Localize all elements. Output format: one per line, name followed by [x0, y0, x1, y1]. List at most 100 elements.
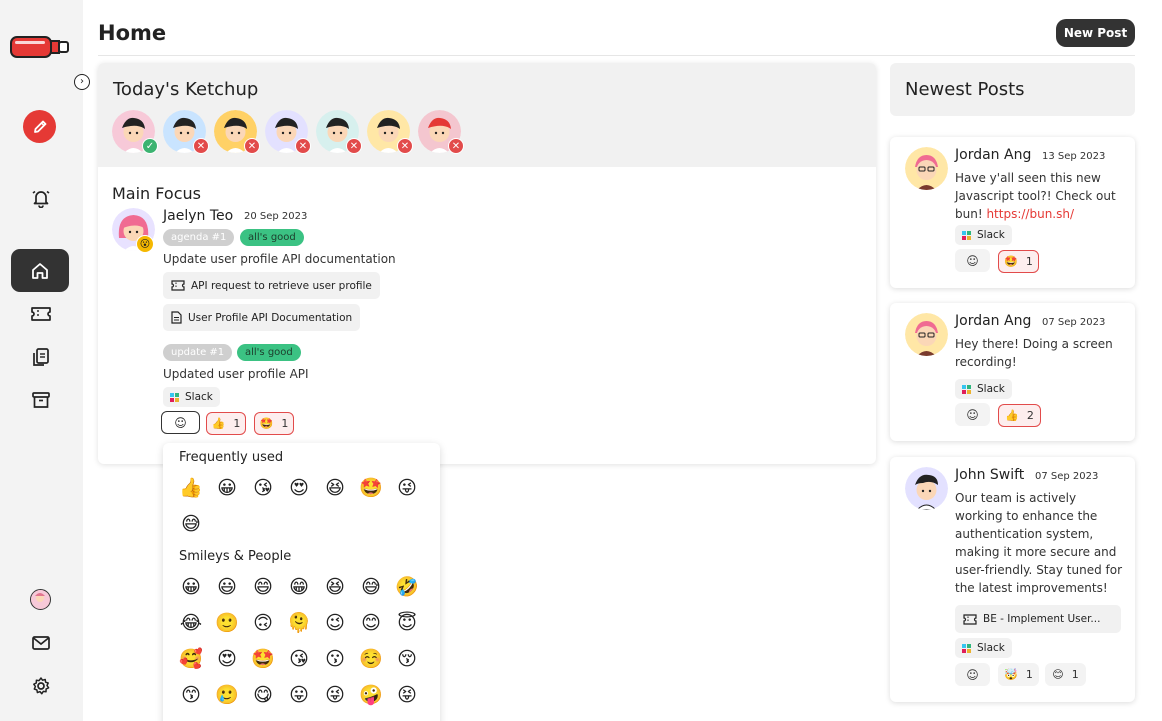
- emoji-option[interactable]: 🤩: [359, 476, 383, 500]
- emoji-option[interactable]: 😍: [287, 476, 311, 500]
- news-author-avatar[interactable]: [905, 147, 948, 190]
- reaction-count: 1: [281, 417, 289, 430]
- emoji-option[interactable]: 😀: [179, 575, 203, 599]
- member-avatar[interactable]: ✕: [418, 110, 464, 154]
- member-avatar[interactable]: ✕: [214, 110, 260, 154]
- reaction-star-struck[interactable]: 🤩 1: [998, 250, 1039, 273]
- emoji-option[interactable]: 😗: [323, 647, 347, 671]
- bell-icon[interactable]: [28, 185, 54, 211]
- emoji-option[interactable]: 😜: [323, 683, 347, 707]
- reaction-star-struck[interactable]: 🤩 1: [254, 412, 294, 435]
- slack-icon: [962, 643, 971, 653]
- emoji-option[interactable]: 😘: [287, 647, 311, 671]
- news-author-name[interactable]: Jordan Ang: [955, 147, 1031, 163]
- emoji-option[interactable]: 😆: [323, 575, 347, 599]
- news-date: 07 Sep 2023: [1035, 471, 1099, 482]
- mail-icon[interactable]: [28, 630, 54, 656]
- emoji-option[interactable]: 🤩: [251, 647, 275, 671]
- smiley-icon: ☺: [966, 253, 979, 268]
- gear-icon[interactable]: [28, 673, 54, 699]
- member-avatar[interactable]: ✕: [367, 110, 413, 154]
- reaction-smile[interactable]: 😊 1: [1045, 663, 1086, 686]
- profile-avatar[interactable]: [30, 589, 51, 610]
- ketchup-header: Today's Ketchup ✓ ✕ ✕ ✕ ✕ ✕ ✕: [98, 63, 876, 167]
- add-reaction-button[interactable]: ☺: [955, 403, 990, 426]
- ketchup-panel: Today's Ketchup ✓ ✕ ✕ ✕ ✕ ✕ ✕ Main Focus 😮 Jae…: [98, 63, 876, 464]
- page-title: Home: [98, 21, 167, 45]
- emoji-option[interactable]: 🥰: [179, 647, 203, 671]
- attachment-ticket[interactable]: API request to retrieve user profile: [163, 272, 380, 299]
- emoji-option[interactable]: 🙃: [251, 611, 275, 635]
- emoji-option[interactable]: 😅: [179, 512, 203, 536]
- emoji-option[interactable]: 😁: [287, 575, 311, 599]
- attachment-ticket[interactable]: BE - Implement User...: [955, 605, 1121, 633]
- ticket-icon[interactable]: [28, 301, 54, 327]
- reaction-count: 2: [1026, 409, 1034, 422]
- attachment-document[interactable]: User Profile API Documentation: [163, 304, 361, 331]
- member-avatar[interactable]: ✕: [316, 110, 362, 154]
- post-author-name[interactable]: Jaelyn Teo: [163, 208, 233, 224]
- reaction-mind-blown[interactable]: 🤯 1: [998, 663, 1039, 686]
- add-reaction-button[interactable]: ☺: [955, 663, 990, 686]
- archive-icon[interactable]: [28, 387, 54, 413]
- emoji-option[interactable]: 😊: [359, 611, 383, 635]
- reaction-thumbs-up[interactable]: 👍 1: [206, 412, 246, 435]
- emoji-option[interactable]: 😀: [215, 476, 239, 500]
- emoji-option[interactable]: 😋: [251, 683, 275, 707]
- check-icon: ✓: [142, 138, 158, 154]
- news-author-avatar[interactable]: [905, 313, 948, 356]
- source-slack[interactable]: Slack: [163, 387, 220, 407]
- emoji-option[interactable]: 😅: [359, 575, 383, 599]
- add-reaction-button[interactable]: ☺: [955, 249, 990, 272]
- news-card[interactable]: Jordan Ang 07 Sep 2023 Hey there! Doing …: [890, 303, 1135, 441]
- news-author-name[interactable]: Jordan Ang: [955, 313, 1031, 329]
- new-post-button[interactable]: New Post: [1056, 19, 1135, 47]
- add-reaction-button[interactable]: ☺: [161, 411, 200, 434]
- emoji-option[interactable]: 😘: [251, 476, 275, 500]
- cross-icon: ✕: [244, 138, 260, 154]
- emoji-option[interactable]: 😄: [251, 575, 275, 599]
- sidebar-item-home[interactable]: [11, 249, 69, 292]
- source-slack[interactable]: Slack: [955, 225, 1012, 245]
- cross-icon: ✕: [295, 138, 311, 154]
- news-link[interactable]: https://bun.sh/: [986, 207, 1074, 221]
- frequent-emoji-grid: 👍 😀 😘 😍 😆 🤩 😜 😅: [179, 476, 431, 536]
- source-label: Slack: [977, 229, 1005, 241]
- emoji-option[interactable]: 😚: [395, 647, 419, 671]
- emoji-option[interactable]: 🥲: [215, 683, 239, 707]
- emoji-option[interactable]: 🙂: [215, 611, 239, 635]
- emoji-option[interactable]: 😉: [323, 611, 347, 635]
- attachment-label: User Profile API Documentation: [188, 311, 353, 324]
- emoji-option[interactable]: 😃: [215, 575, 239, 599]
- emoji-option[interactable]: 👍: [179, 476, 203, 500]
- emoji-option[interactable]: 🫠: [287, 611, 311, 635]
- news-card[interactable]: John Swift 07 Sep 2023 Our team is activ…: [890, 457, 1135, 702]
- emoji-option[interactable]: 😇: [395, 611, 419, 635]
- ketchup-logo[interactable]: [10, 33, 70, 61]
- reaction-thumbs-up[interactable]: 👍 2: [998, 404, 1041, 427]
- emoji-option[interactable]: 😙: [179, 683, 203, 707]
- news-author-avatar[interactable]: [905, 467, 948, 510]
- member-avatar[interactable]: ✕: [163, 110, 209, 154]
- source-slack[interactable]: Slack: [955, 638, 1012, 658]
- emoji-option[interactable]: 😆: [323, 476, 347, 500]
- sidebar-toggle-button[interactable]: ›: [74, 74, 90, 90]
- reaction-count: 1: [1025, 668, 1033, 681]
- emoji-option[interactable]: 🤪: [359, 683, 383, 707]
- emoji-option[interactable]: 😂: [179, 611, 203, 635]
- source-slack[interactable]: Slack: [955, 379, 1012, 399]
- emoji-option[interactable]: 😍: [215, 647, 239, 671]
- member-avatar[interactable]: ✕: [265, 110, 311, 154]
- news-author-name[interactable]: John Swift: [955, 467, 1024, 483]
- emoji-option[interactable]: 😜: [395, 476, 419, 500]
- emoji-option[interactable]: 😛: [287, 683, 311, 707]
- reaction-emoji: 😊: [1052, 668, 1064, 681]
- emoji-option[interactable]: 😝: [395, 683, 419, 707]
- emoji-option[interactable]: ☺️: [359, 647, 383, 671]
- emoji-option[interactable]: 🤣: [395, 575, 419, 599]
- compose-button[interactable]: [23, 110, 56, 143]
- documents-icon[interactable]: [28, 344, 54, 370]
- member-avatar[interactable]: ✓: [112, 110, 158, 154]
- news-card[interactable]: Jordan Ang 13 Sep 2023 Have y'all seen t…: [890, 137, 1135, 288]
- cross-icon: ✕: [397, 138, 413, 154]
